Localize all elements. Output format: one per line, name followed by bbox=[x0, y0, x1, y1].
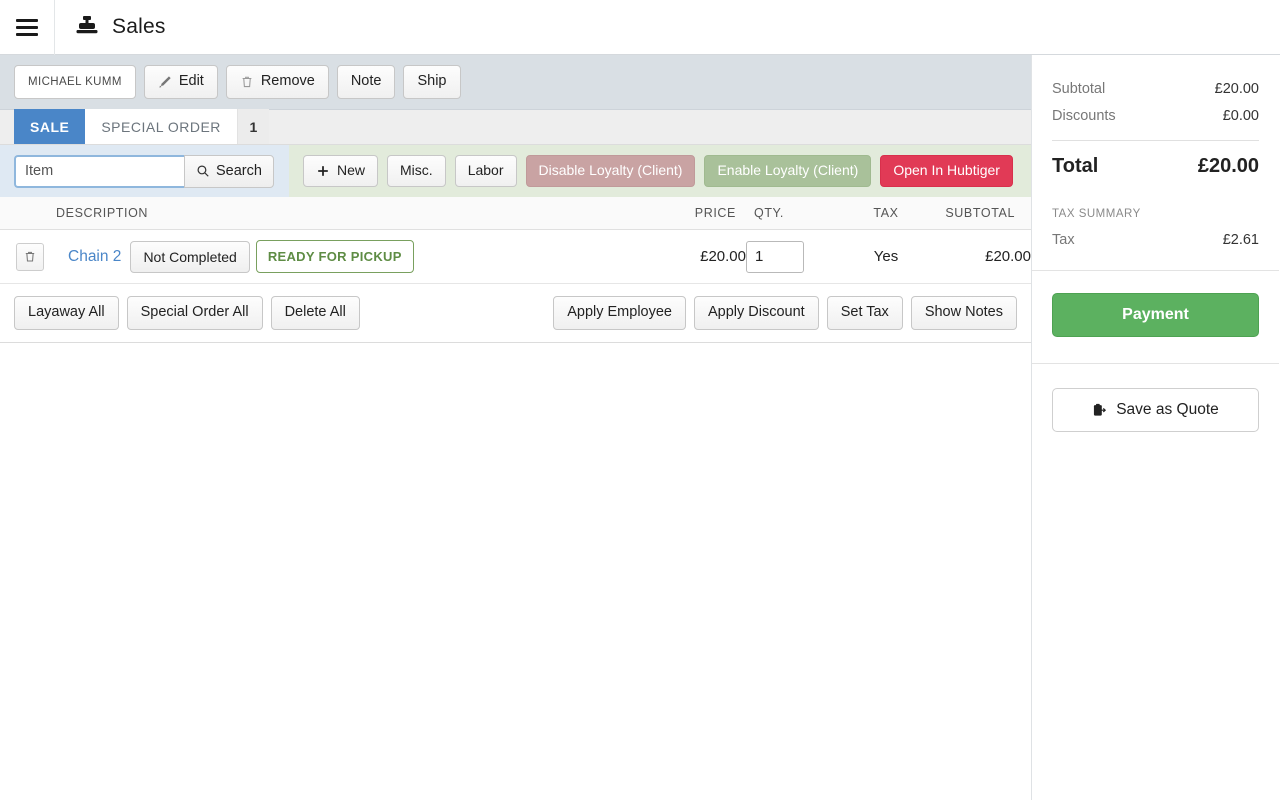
customer-name-button[interactable]: MICHAEL KUMM bbox=[14, 64, 136, 100]
bulk-actions-left: Layaway All Special Order All Delete All bbox=[14, 296, 360, 330]
plus-icon bbox=[316, 164, 330, 178]
layaway-all-button[interactable]: Layaway All bbox=[14, 296, 119, 330]
col-price: PRICE bbox=[636, 197, 746, 230]
line-item-name-link[interactable]: Chain 2 bbox=[68, 248, 130, 266]
table-header-row: DESCRIPTION PRICE QTY. TAX SUBTOTAL bbox=[0, 197, 1031, 230]
col-subtotal: SUBTOTAL bbox=[931, 197, 1031, 230]
apply-employee-button[interactable]: Apply Employee bbox=[553, 296, 686, 330]
table-row: Chain 2 Not Completed READY FOR PICKUP £… bbox=[0, 229, 1031, 284]
cash-register-icon bbox=[75, 15, 99, 39]
bulk-actions-right: Apply Employee Apply Discount Set Tax Sh… bbox=[553, 296, 1017, 330]
tab-sale[interactable]: SALE bbox=[14, 109, 86, 144]
page-title: Sales bbox=[112, 15, 166, 38]
col-qty: QTY. bbox=[746, 197, 841, 230]
tab-special-order[interactable]: SPECIAL ORDER bbox=[85, 109, 237, 144]
delete-line-item-button[interactable] bbox=[16, 242, 44, 271]
discounts-label: Discounts bbox=[1052, 108, 1116, 124]
enable-loyalty-button[interactable]: Enable Loyalty (Client) bbox=[704, 155, 872, 187]
tax-label: Tax bbox=[1052, 232, 1075, 248]
app-header: Sales bbox=[0, 0, 1280, 55]
magnifier-icon bbox=[196, 164, 210, 178]
save-as-quote-label: Save as Quote bbox=[1116, 401, 1219, 418]
delete-all-button[interactable]: Delete All bbox=[270, 296, 360, 330]
search-button[interactable]: Search bbox=[184, 154, 274, 188]
line-items-body: Chain 2 Not Completed READY FOR PICKUP £… bbox=[0, 229, 1031, 284]
page-title-group: Sales bbox=[55, 15, 166, 39]
discounts-row: Discounts £0.00 bbox=[1052, 108, 1259, 124]
remove-customer-label: Remove bbox=[260, 73, 315, 90]
subtotal-value: £20.00 bbox=[1214, 81, 1259, 97]
save-as-quote-button[interactable]: Save as Quote bbox=[1052, 388, 1259, 432]
new-item-button[interactable]: New bbox=[303, 155, 379, 187]
line-item-bulk-actions: Layaway All Special Order All Delete All… bbox=[0, 284, 1031, 343]
note-button[interactable]: Note bbox=[336, 65, 396, 99]
subtotal-label: Subtotal bbox=[1052, 81, 1106, 97]
operations-zone: New Misc. Labor Disable Loyalty (Client)… bbox=[289, 145, 1031, 197]
line-item-status-button[interactable]: Not Completed bbox=[130, 240, 250, 273]
line-item-tax: Yes bbox=[841, 229, 931, 284]
new-item-label: New bbox=[337, 162, 366, 179]
show-notes-button[interactable]: Show Notes bbox=[910, 296, 1017, 330]
col-tax: TAX bbox=[841, 197, 931, 230]
misc-button[interactable]: Misc. bbox=[387, 155, 446, 187]
row-description-cell: Chain 2 Not Completed READY FOR PICKUP bbox=[56, 229, 636, 284]
pencil-icon bbox=[158, 75, 172, 89]
labor-button[interactable]: Labor bbox=[454, 155, 517, 187]
item-search-zone: Search bbox=[0, 145, 289, 197]
transaction-tabs: SALE SPECIAL ORDER 1 bbox=[0, 109, 1031, 145]
payment-box: Payment bbox=[1032, 271, 1279, 364]
description-group: Chain 2 Not Completed READY FOR PICKUP bbox=[56, 240, 636, 273]
main-layout: MICHAEL KUMM Edit Remove Note Ship SALE bbox=[0, 55, 1280, 800]
clipboard-quote-icon bbox=[1092, 403, 1107, 417]
tab-special-order-count[interactable]: 1 bbox=[236, 109, 269, 144]
line-items-table: DESCRIPTION PRICE QTY. TAX SUBTOTAL Chai… bbox=[0, 197, 1031, 284]
line-items-header: DESCRIPTION PRICE QTY. TAX SUBTOTAL bbox=[0, 197, 1031, 230]
disable-loyalty-button[interactable]: Disable Loyalty (Client) bbox=[525, 155, 696, 187]
ready-for-pickup-badge[interactable]: READY FOR PICKUP bbox=[255, 240, 414, 273]
apply-discount-button[interactable]: Apply Discount bbox=[693, 296, 819, 330]
trash-icon bbox=[240, 75, 254, 89]
total-value: £20.00 bbox=[1197, 155, 1259, 177]
trash-icon bbox=[23, 250, 37, 264]
remove-customer-button[interactable]: Remove bbox=[225, 65, 329, 99]
tax-row: Tax £2.61 bbox=[1052, 232, 1259, 248]
search-button-label: Search bbox=[216, 163, 262, 179]
search-input[interactable] bbox=[14, 154, 184, 188]
hamburger-menu-icon bbox=[16, 15, 38, 40]
edit-customer-label: Edit bbox=[178, 73, 204, 90]
action-band: Search New Misc. Labor Disable Loyalty (… bbox=[0, 145, 1031, 197]
total-row: Total £20.00 bbox=[1052, 155, 1259, 178]
special-order-all-button[interactable]: Special Order All bbox=[126, 296, 263, 330]
subtotal-row: Subtotal £20.00 bbox=[1052, 81, 1259, 97]
discounts-value: £0.00 bbox=[1222, 108, 1259, 124]
empty-content-area bbox=[0, 342, 1031, 800]
quote-box: Save as Quote bbox=[1032, 364, 1279, 456]
line-item-qty-cell bbox=[746, 229, 841, 284]
open-in-hubtiger-button[interactable]: Open In Hubtiger bbox=[880, 155, 1013, 187]
tax-value: £2.61 bbox=[1222, 232, 1259, 248]
ship-button[interactable]: Ship bbox=[403, 65, 461, 99]
totals-box: Subtotal £20.00 Discounts £0.00 Total £2… bbox=[1032, 55, 1279, 271]
line-item-subtotal: £20.00 bbox=[931, 229, 1031, 284]
col-actions bbox=[0, 197, 56, 230]
totals-divider bbox=[1052, 140, 1259, 141]
set-tax-button[interactable]: Set Tax bbox=[826, 296, 903, 330]
edit-customer-button[interactable]: Edit bbox=[143, 65, 218, 99]
payment-button[interactable]: Payment bbox=[1052, 293, 1259, 337]
order-summary-panel: Subtotal £20.00 Discounts £0.00 Total £2… bbox=[1032, 55, 1279, 800]
tax-summary-heading: TAX SUMMARY bbox=[1052, 208, 1141, 220]
total-label: Total bbox=[1052, 155, 1099, 177]
row-actions-cell bbox=[0, 229, 56, 284]
quantity-input[interactable] bbox=[746, 240, 804, 273]
col-description: DESCRIPTION bbox=[56, 197, 636, 230]
sale-content-area: MICHAEL KUMM Edit Remove Note Ship SALE bbox=[0, 55, 1032, 800]
line-item-price: £20.00 bbox=[636, 229, 746, 284]
hamburger-menu-button[interactable] bbox=[0, 0, 55, 55]
customer-toolbar: MICHAEL KUMM Edit Remove Note Ship bbox=[0, 55, 1031, 110]
